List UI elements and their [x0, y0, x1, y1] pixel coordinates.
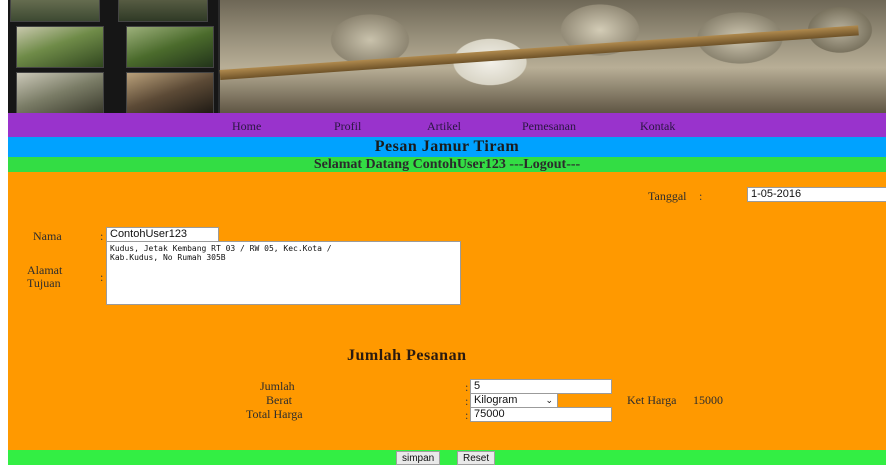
nav-profil[interactable]: Profil — [334, 119, 361, 134]
colon: : — [465, 394, 469, 408]
welcome-logout-bar[interactable]: Selamat Datang ContohUser123 ---Logout--… — [8, 157, 886, 172]
nama-label: Nama — [33, 229, 62, 243]
form-footer: simpan Reset — [8, 450, 886, 465]
jumlah-field[interactable]: 5 — [470, 379, 612, 394]
nav-home[interactable]: Home — [232, 119, 261, 134]
tujuan-label: Tujuan — [27, 276, 61, 290]
berat-select-value: Kilogram — [474, 394, 518, 406]
tanggal-label: Tanggal — [648, 189, 687, 203]
order-form: Tanggal : 1-05-2016 Nama : ContohUser123… — [8, 172, 886, 450]
total-harga-label: Total Harga — [246, 407, 303, 421]
colon: : — [465, 380, 469, 394]
chevron-down-icon: ⌄ — [545, 395, 553, 405]
gallery-thumbnail — [118, 0, 208, 22]
total-harga-field[interactable]: 75000 — [470, 407, 612, 422]
main-nav: Home Profil Artikel Pemesanan Kontak — [8, 113, 886, 137]
colon: : — [100, 229, 104, 243]
page-title: Pesan Jamur Tiram — [8, 137, 886, 157]
jumlah-pesanan-heading: Jumlah Pesanan — [347, 347, 467, 364]
gallery-thumbnail — [10, 0, 100, 22]
gallery-thumbnail — [16, 72, 104, 113]
tanggal-field[interactable]: 1-05-2016 — [747, 187, 886, 202]
nama-field[interactable]: ContohUser123 — [106, 227, 219, 242]
colon: : — [465, 408, 469, 422]
ket-harga-value: 15000 — [693, 393, 723, 407]
ket-harga-label: Ket Harga — [627, 393, 677, 407]
thumbnail-gallery — [8, 0, 218, 113]
reset-button[interactable]: Reset — [457, 451, 496, 465]
nav-pemesanan[interactable]: Pemesanan — [522, 119, 576, 134]
colon: : — [699, 189, 703, 203]
jumlah-label: Jumlah — [260, 379, 295, 393]
berat-label: Berat — [266, 393, 292, 407]
berat-select[interactable]: Kilogram ⌄ — [470, 393, 558, 408]
header-banner — [8, 0, 886, 113]
nav-kontak[interactable]: Kontak — [640, 119, 675, 134]
gallery-thumbnail — [16, 26, 104, 68]
colon: : — [100, 270, 104, 284]
simpan-button[interactable]: simpan — [396, 451, 441, 465]
gallery-thumbnail — [126, 72, 214, 113]
gallery-thumbnail — [126, 26, 214, 68]
alamat-textarea[interactable]: Kudus, Jetak Kembang RT 03 / RW 05, Kec.… — [106, 241, 461, 305]
nav-artikel[interactable]: Artikel — [427, 119, 461, 134]
